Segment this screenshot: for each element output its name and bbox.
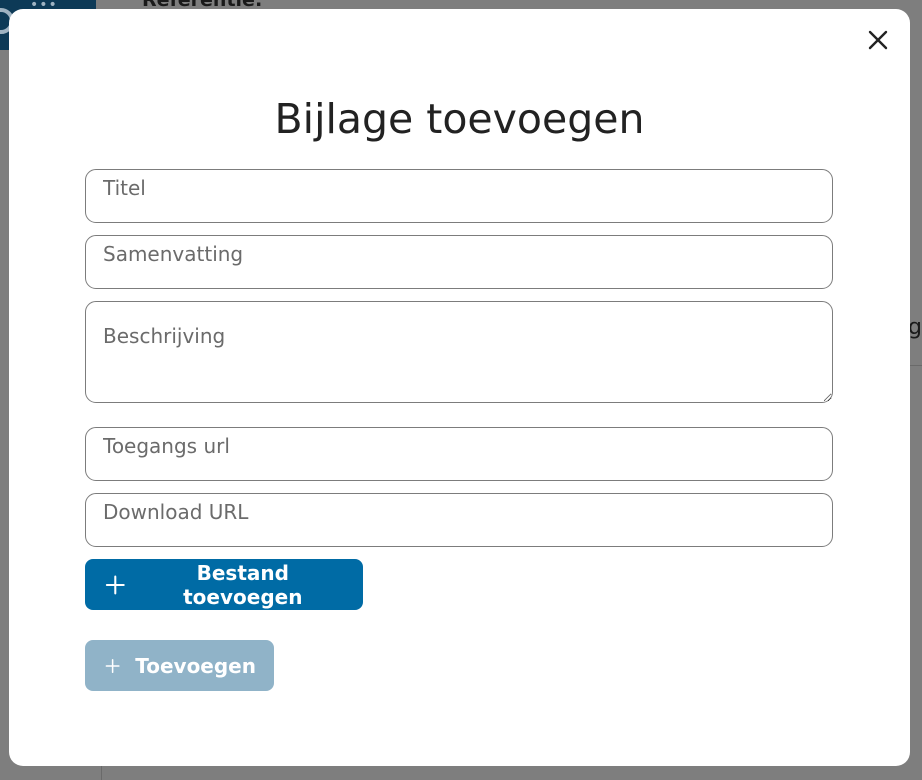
- plus-icon: [105, 575, 125, 594]
- close-button[interactable]: [866, 28, 890, 52]
- title-input[interactable]: [85, 169, 833, 223]
- background-partial-text: g: [908, 315, 922, 340]
- download-url-input[interactable]: [85, 493, 833, 547]
- access-url-input[interactable]: [85, 427, 833, 481]
- add-attachment-modal: Bijlage toevoegen Bestand toevoegen Toev…: [9, 9, 910, 766]
- plus-icon: [105, 658, 120, 673]
- add-file-button[interactable]: Bestand toevoegen: [85, 559, 363, 610]
- submit-add-button[interactable]: Toevoegen: [85, 640, 274, 691]
- description-textarea[interactable]: [85, 301, 833, 403]
- background-vertical-divider: [101, 765, 102, 780]
- add-file-button-label: Bestand toevoegen: [183, 560, 303, 609]
- close-icon: [868, 30, 888, 50]
- summary-input[interactable]: [85, 235, 833, 289]
- background-divider: [908, 365, 922, 366]
- submit-add-button-label: Toevoegen: [135, 653, 256, 678]
- modal-title: Bijlage toevoegen: [274, 95, 645, 143]
